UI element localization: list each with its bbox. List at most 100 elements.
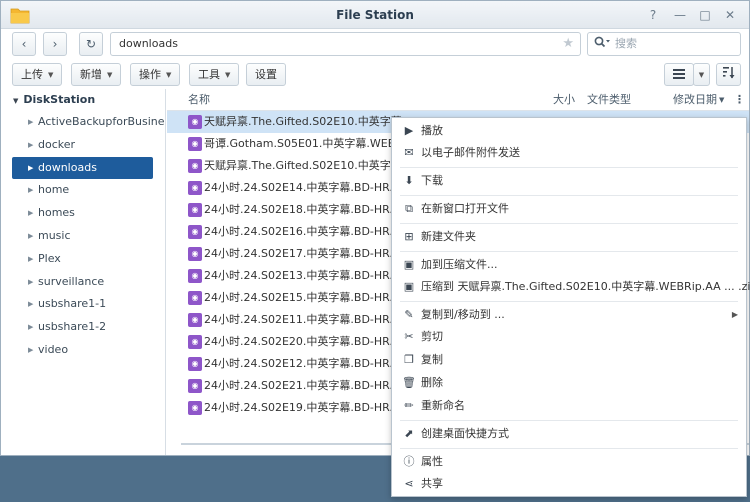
refresh-button[interactable]: ↻	[79, 32, 103, 56]
tree-item-label: ActiveBackupforBusiness	[38, 115, 165, 128]
create-button[interactable]: 新增 ▼	[71, 63, 122, 86]
menu-item-add-archive[interactable]: ▣ 加到压缩文件...	[392, 254, 746, 276]
video-file-icon: ◉	[188, 379, 202, 393]
file-name: 24小时.24.S02E20.中英字幕.BD-HR.AAC	[204, 335, 416, 348]
menu-item-new-folder[interactable]: ⊞ 新建文件夹	[392, 226, 746, 248]
minimize-button[interactable]: —	[671, 6, 689, 24]
chevron-down-icon: ▼	[13, 97, 19, 105]
menu-item-label: 删除	[421, 376, 443, 389]
chevron-right-icon: ▶	[28, 323, 34, 332]
column-name[interactable]: 名称	[188, 89, 210, 111]
copy-move-icon: ✎	[404, 308, 414, 321]
tree-item-plex[interactable]: ▶ Plex	[1, 248, 165, 271]
menu-item-play[interactable]: ▶ 播放	[392, 120, 746, 142]
chevron-right-icon: ▶	[28, 300, 34, 309]
path-text: downloads	[119, 37, 178, 50]
maximize-button[interactable]: □	[696, 6, 714, 24]
help-button[interactable]: ?	[644, 6, 662, 24]
create-label: 新增	[80, 68, 102, 81]
menu-divider	[400, 167, 738, 168]
file-name: 24小时.24.S02E12.中英字幕.BD-HR.AAC	[204, 357, 416, 370]
menu-item-copy[interactable]: ❐ 复制	[392, 349, 746, 371]
archive-icon: ▣	[403, 258, 415, 271]
tree-item-label: music	[38, 228, 71, 242]
menu-divider	[400, 223, 738, 224]
video-file-icon: ◉	[188, 401, 202, 415]
list-view-icon	[673, 69, 685, 79]
video-file-icon: ◉	[188, 313, 202, 327]
back-button[interactable]: ‹	[12, 32, 36, 56]
file-name: 24小时.24.S02E17.中英字幕.BD-HR.AAC	[204, 247, 416, 260]
column-options-icon[interactable]: ⋮	[734, 89, 745, 111]
menu-item-download[interactable]: ⬇ 下载	[392, 170, 746, 192]
tree-item-label: homes	[38, 206, 75, 220]
action-button[interactable]: 操作 ▼	[130, 63, 181, 86]
tree-item-usbshare1-2[interactable]: ▶ usbshare1-2	[1, 316, 165, 339]
info-icon: ⓘ	[403, 455, 415, 468]
menu-item-copy-move[interactable]: ✎ 复制到/移动到 ... ▶	[392, 304, 746, 326]
tree-item-music[interactable]: ▶ music	[1, 225, 165, 248]
video-file-icon: ◉	[188, 357, 202, 371]
menu-item-open-new-window[interactable]: ⧉ 在新窗口打开文件	[392, 198, 746, 220]
search-icon[interactable]	[594, 33, 610, 55]
tree-item-label: usbshare1-1	[38, 297, 107, 311]
tools-button[interactable]: 工具 ▼	[189, 63, 240, 86]
chevron-right-icon: ▶	[28, 345, 34, 354]
video-file-icon: ◉	[188, 115, 202, 129]
watermark-logo: ◔ nasyun	[532, 458, 688, 491]
tree-item-home[interactable]: ▶ home	[1, 179, 165, 202]
file-name: 24小时.24.S02E13.中英字幕.BD-HR.AAC	[204, 269, 416, 282]
menu-item-label: 复制到/移动到 ...	[421, 308, 505, 321]
menu-item-label: 共享	[421, 477, 443, 490]
menu-item-rename[interactable]: ✏ 重新命名	[392, 395, 746, 417]
list-view-button[interactable]	[664, 63, 694, 86]
file-name: 24小时.24.S02E14.中英字幕.BD-HR.AAC	[204, 181, 416, 194]
search-placeholder: 搜索	[615, 37, 637, 50]
email-icon: ✉	[404, 146, 414, 159]
file-name: 24小时.24.S02E16.中英字幕.BD-HR.AAC	[204, 225, 416, 238]
column-modified[interactable]: 修改日期	[673, 89, 717, 111]
tree-root-label: DiskStation	[23, 93, 96, 106]
menu-item-compress-to[interactable]: ▣ 压缩到 天赋异禀.The.Gifted.S02E10.中英字幕.WEBRip.…	[392, 276, 750, 298]
search-input[interactable]: 搜索	[587, 32, 741, 56]
menu-item-shortcut[interactable]: ⬈ 创建桌面快捷方式	[392, 423, 746, 445]
forward-button[interactable]: ›	[43, 32, 67, 56]
tree-item-usbshare1-1[interactable]: ▶ usbshare1-1	[1, 293, 165, 316]
sort-desc-icon: ▼	[719, 96, 725, 104]
video-file-icon: ◉	[188, 203, 202, 217]
menu-item-label: 下载	[421, 174, 443, 187]
favorite-star-icon[interactable]: ★	[562, 33, 574, 55]
tree-item-label: home	[38, 183, 70, 197]
menu-divider	[400, 420, 738, 421]
scissors-icon: ✂	[404, 330, 414, 343]
column-type[interactable]: 文件类型	[587, 89, 631, 111]
pencil-icon: ✏	[404, 399, 414, 412]
chevron-right-icon: ▶	[28, 231, 34, 240]
menu-item-cut[interactable]: ✂ 剪切	[392, 326, 746, 348]
tree-root[interactable]: ▼ DiskStation	[1, 89, 165, 111]
chevron-down-icon: ▼	[166, 71, 172, 79]
menu-item-label: 复制	[421, 353, 443, 366]
menu-item-email[interactable]: ✉ 以电子邮件附件发送	[392, 142, 746, 164]
tree-item-label: Plex	[38, 251, 61, 265]
tree-item-homes[interactable]: ▶ homes	[1, 202, 165, 225]
tree-item-surveillance[interactable]: ▶ surveillance	[1, 271, 165, 294]
tree-item-activebackup[interactable]: ▶ ActiveBackupforBusiness	[1, 111, 165, 134]
settings-button[interactable]: 设置	[246, 63, 286, 86]
view-dropdown-button[interactable]: ▼	[693, 63, 710, 86]
upload-button[interactable]: 上传 ▼	[12, 63, 63, 86]
tree-item-docker[interactable]: ▶ docker	[1, 134, 165, 157]
sort-button[interactable]	[716, 63, 741, 86]
tree-item-downloads[interactable]: ▶ downloads	[12, 156, 153, 180]
trash-icon: 🗑	[402, 376, 416, 389]
copy-icon: ❐	[404, 353, 414, 366]
file-name: 24小时.24.S02E18.中英字幕.BD-HR.AAC	[204, 203, 416, 216]
video-file-icon: ◉	[188, 335, 202, 349]
column-size[interactable]: 大小	[553, 89, 575, 111]
tools-label: 工具	[198, 68, 220, 81]
close-button[interactable]: ✕	[721, 6, 739, 24]
tree-item-video[interactable]: ▶ video	[1, 339, 165, 362]
shortcut-icon: ⬈	[404, 427, 414, 440]
path-field[interactable]: downloads ★	[110, 32, 581, 56]
menu-item-delete[interactable]: 🗑 删除	[392, 372, 746, 394]
